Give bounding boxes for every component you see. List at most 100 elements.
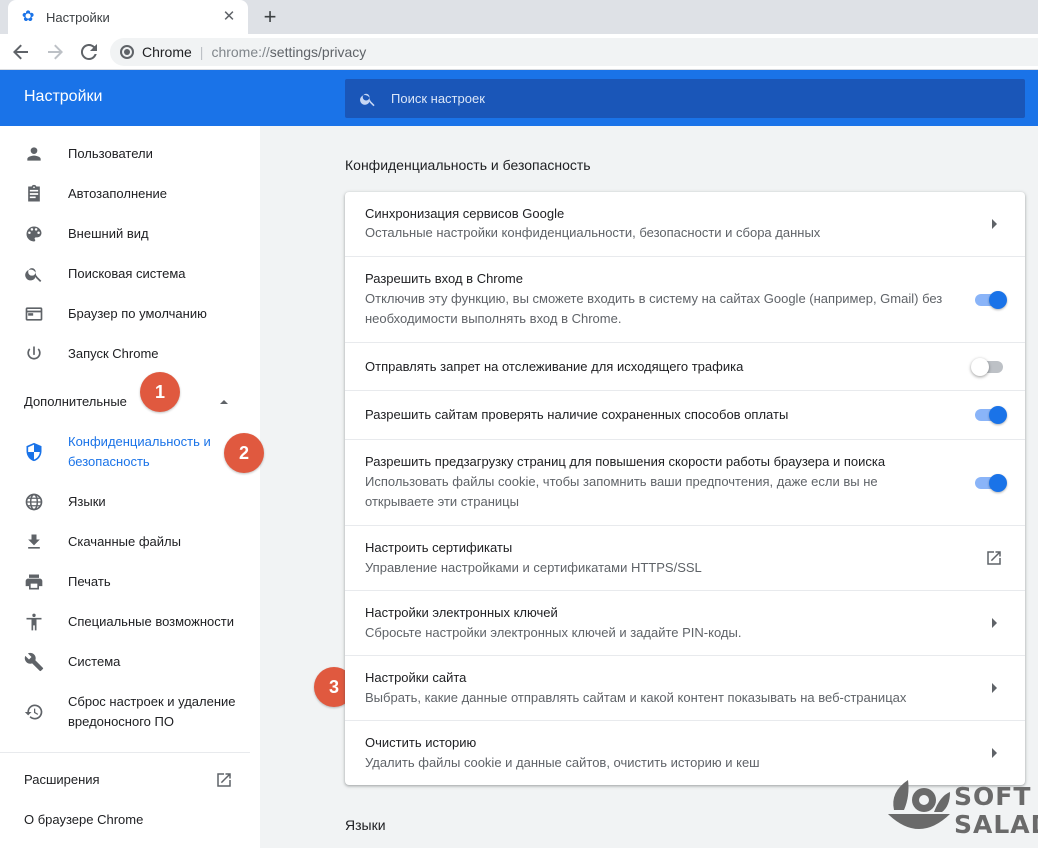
step-badge-2: 2 bbox=[224, 433, 264, 473]
sidebar-item-users[interactable]: Пользователи bbox=[0, 144, 250, 164]
address-scheme: chrome:// bbox=[211, 44, 270, 60]
row-title: Настройки электронных ключей bbox=[365, 605, 558, 620]
settings-row-signin[interactable]: Разрешить вход в Chrome Отключив эту фун… bbox=[345, 256, 1025, 342]
row-title: Разрешить предзагрузку страниц для повыш… bbox=[365, 454, 886, 469]
address-origin: Chrome bbox=[142, 44, 192, 60]
open-in-new-icon[interactable] bbox=[215, 771, 233, 794]
globe-icon bbox=[24, 492, 44, 512]
sidebar-item-accessibility[interactable]: Специальные возможности bbox=[0, 612, 250, 632]
sidebar-item-appearance[interactable]: Внешний вид bbox=[0, 224, 250, 244]
watermark-text-soft: SOFT bbox=[954, 782, 1032, 811]
row-title: Настроить сертификаты bbox=[365, 540, 513, 555]
search-icon bbox=[24, 264, 44, 284]
sidebar-item-label: Скачанные файлы bbox=[68, 534, 181, 549]
arrow-left-icon bbox=[13, 44, 28, 59]
sidebar-item-label: Запуск Chrome bbox=[68, 346, 159, 361]
watermark-logo: SOFT SALAD bbox=[884, 774, 1038, 840]
sidebar-item-autofill[interactable]: Автозаполнение bbox=[0, 184, 250, 204]
toggle-knob bbox=[989, 474, 1007, 492]
reload-button[interactable] bbox=[74, 37, 104, 67]
row-subtitle: Остальные настройки конфиденциальности, … bbox=[365, 225, 821, 240]
clipboard-icon bbox=[24, 184, 44, 204]
sidebar-item-search-engine[interactable]: Поисковая система bbox=[0, 264, 250, 284]
settings-row-certificates[interactable]: Настроить сертификаты Управление настрой… bbox=[345, 525, 1025, 590]
row-title: Отправлять запрет на отслеживание для ис… bbox=[365, 359, 744, 374]
sidebar-item-downloads[interactable]: Скачанные файлы bbox=[0, 532, 250, 552]
arrow-right-icon bbox=[48, 44, 63, 59]
address-path: settings/privacy bbox=[269, 44, 367, 60]
watermark-text-salad: SALAD bbox=[954, 810, 1038, 839]
salad-bowl-icon bbox=[888, 780, 950, 829]
search-icon bbox=[360, 93, 375, 106]
row-subtitle: Отключив эту функцию, вы сможете входить… bbox=[365, 291, 943, 326]
page-title: Настройки bbox=[24, 88, 103, 105]
sidebar-item-label: Печать bbox=[68, 574, 111, 589]
toggle-knob bbox=[989, 291, 1007, 309]
back-button[interactable] bbox=[6, 37, 36, 67]
forward-button[interactable] bbox=[40, 37, 70, 67]
sidebar-item-privacy[interactable]: Конфиденциальность и безопасность bbox=[0, 432, 250, 472]
accessibility-icon bbox=[24, 612, 44, 632]
row-subtitle: Управление настройками и сертификатами H… bbox=[365, 560, 702, 575]
sidebar-item-label: Автозаполнение bbox=[68, 186, 168, 201]
row-subtitle: Выбрать, какие данные отправлять сайтам … bbox=[365, 690, 907, 705]
power-icon bbox=[24, 344, 44, 364]
row-title: Разрешить сайтам проверять наличие сохра… bbox=[365, 407, 789, 422]
settings-row-sync[interactable]: Синхронизация сервисов Google Остальные … bbox=[345, 192, 1025, 256]
sidebar-item-startup[interactable]: Запуск Chrome bbox=[0, 344, 250, 364]
payment-methods-toggle[interactable] bbox=[973, 406, 1007, 424]
open-in-new-icon bbox=[987, 551, 1001, 565]
settings-header: Настройки bbox=[0, 70, 1038, 126]
address-bar[interactable]: Chrome | chrome://settings/privacy bbox=[110, 38, 1038, 66]
step-badge-1: 1 bbox=[140, 372, 180, 412]
person-icon bbox=[24, 144, 44, 164]
sidebar-item-extensions[interactable]: Расширения bbox=[24, 772, 100, 787]
chevron-up-icon[interactable] bbox=[218, 397, 230, 409]
gear-icon: ✿ bbox=[21, 8, 35, 25]
sidebar-item-default-browser[interactable]: Браузер по умолчанию bbox=[0, 304, 250, 324]
settings-row-do-not-track[interactable]: Отправлять запрет на отслеживание для ис… bbox=[345, 342, 1025, 390]
sidebar-item-printing[interactable]: Печать bbox=[0, 572, 250, 592]
settings-row-security-keys[interactable]: Настройки электронных ключей Сбросьте на… bbox=[345, 590, 1025, 655]
row-title: Разрешить вход в Chrome bbox=[365, 271, 523, 286]
tab-title: Настройки bbox=[46, 9, 110, 25]
browser-toolbar: Chrome | chrome://settings/privacy bbox=[0, 34, 1038, 70]
tab-strip: ✿ Настройки ✕ + bbox=[0, 0, 1038, 34]
wrench-icon bbox=[24, 652, 44, 672]
row-title: Синхронизация сервисов Google bbox=[365, 206, 565, 221]
address-separator: | bbox=[199, 44, 204, 60]
section-title-privacy: Конфиденциальность и безопасность bbox=[345, 157, 591, 173]
sidebar-divider bbox=[0, 752, 250, 753]
sidebar: Пользователи Автозаполнение Внешний вид … bbox=[0, 126, 260, 848]
sidebar-item-label: Пользователи bbox=[68, 146, 153, 161]
settings-row-payment-methods[interactable]: Разрешить сайтам проверять наличие сохра… bbox=[345, 390, 1025, 439]
do-not-track-toggle[interactable] bbox=[971, 358, 1005, 376]
sidebar-item-system[interactable]: Система bbox=[0, 652, 250, 672]
sidebar-item-label: Специальные возможности bbox=[68, 614, 234, 629]
search-input[interactable] bbox=[391, 91, 991, 106]
palette-icon bbox=[24, 224, 44, 244]
row-title: Очистить историю bbox=[365, 735, 477, 750]
download-icon bbox=[24, 532, 44, 552]
toggle-knob bbox=[971, 358, 989, 376]
sidebar-item-languages[interactable]: Языки bbox=[0, 492, 250, 512]
new-tab-button[interactable]: + bbox=[258, 5, 282, 29]
arrow-right-icon bbox=[992, 219, 997, 229]
row-title: Настройки сайта bbox=[365, 670, 467, 685]
settings-row-preload[interactable]: Разрешить предзагрузку страниц для повыш… bbox=[345, 439, 1025, 525]
search-box[interactable] bbox=[345, 79, 1025, 118]
preload-toggle[interactable] bbox=[973, 474, 1007, 492]
section-title-languages: Языки bbox=[345, 817, 386, 833]
tab-settings[interactable]: ✿ Настройки ✕ bbox=[8, 0, 248, 34]
settings-row-site-settings[interactable]: Настройки сайта Выбрать, какие данные от… bbox=[345, 655, 1025, 720]
printer-icon bbox=[24, 572, 44, 592]
sidebar-item-label: Конфиденциальность и безопасность bbox=[68, 434, 211, 469]
sidebar-advanced-toggle[interactable]: Дополнительные bbox=[24, 394, 127, 409]
sidebar-item-about[interactable]: О браузере Chrome bbox=[24, 812, 143, 827]
close-icon[interactable]: ✕ bbox=[220, 8, 238, 26]
sidebar-item-reset[interactable]: Сброс настроек и удаление вредоносного П… bbox=[0, 692, 250, 732]
reload-icon bbox=[81, 43, 97, 60]
signin-toggle[interactable] bbox=[973, 291, 1007, 309]
arrow-right-icon bbox=[992, 683, 997, 693]
row-subtitle: Сбросьте настройки электронных ключей и … bbox=[365, 625, 742, 640]
